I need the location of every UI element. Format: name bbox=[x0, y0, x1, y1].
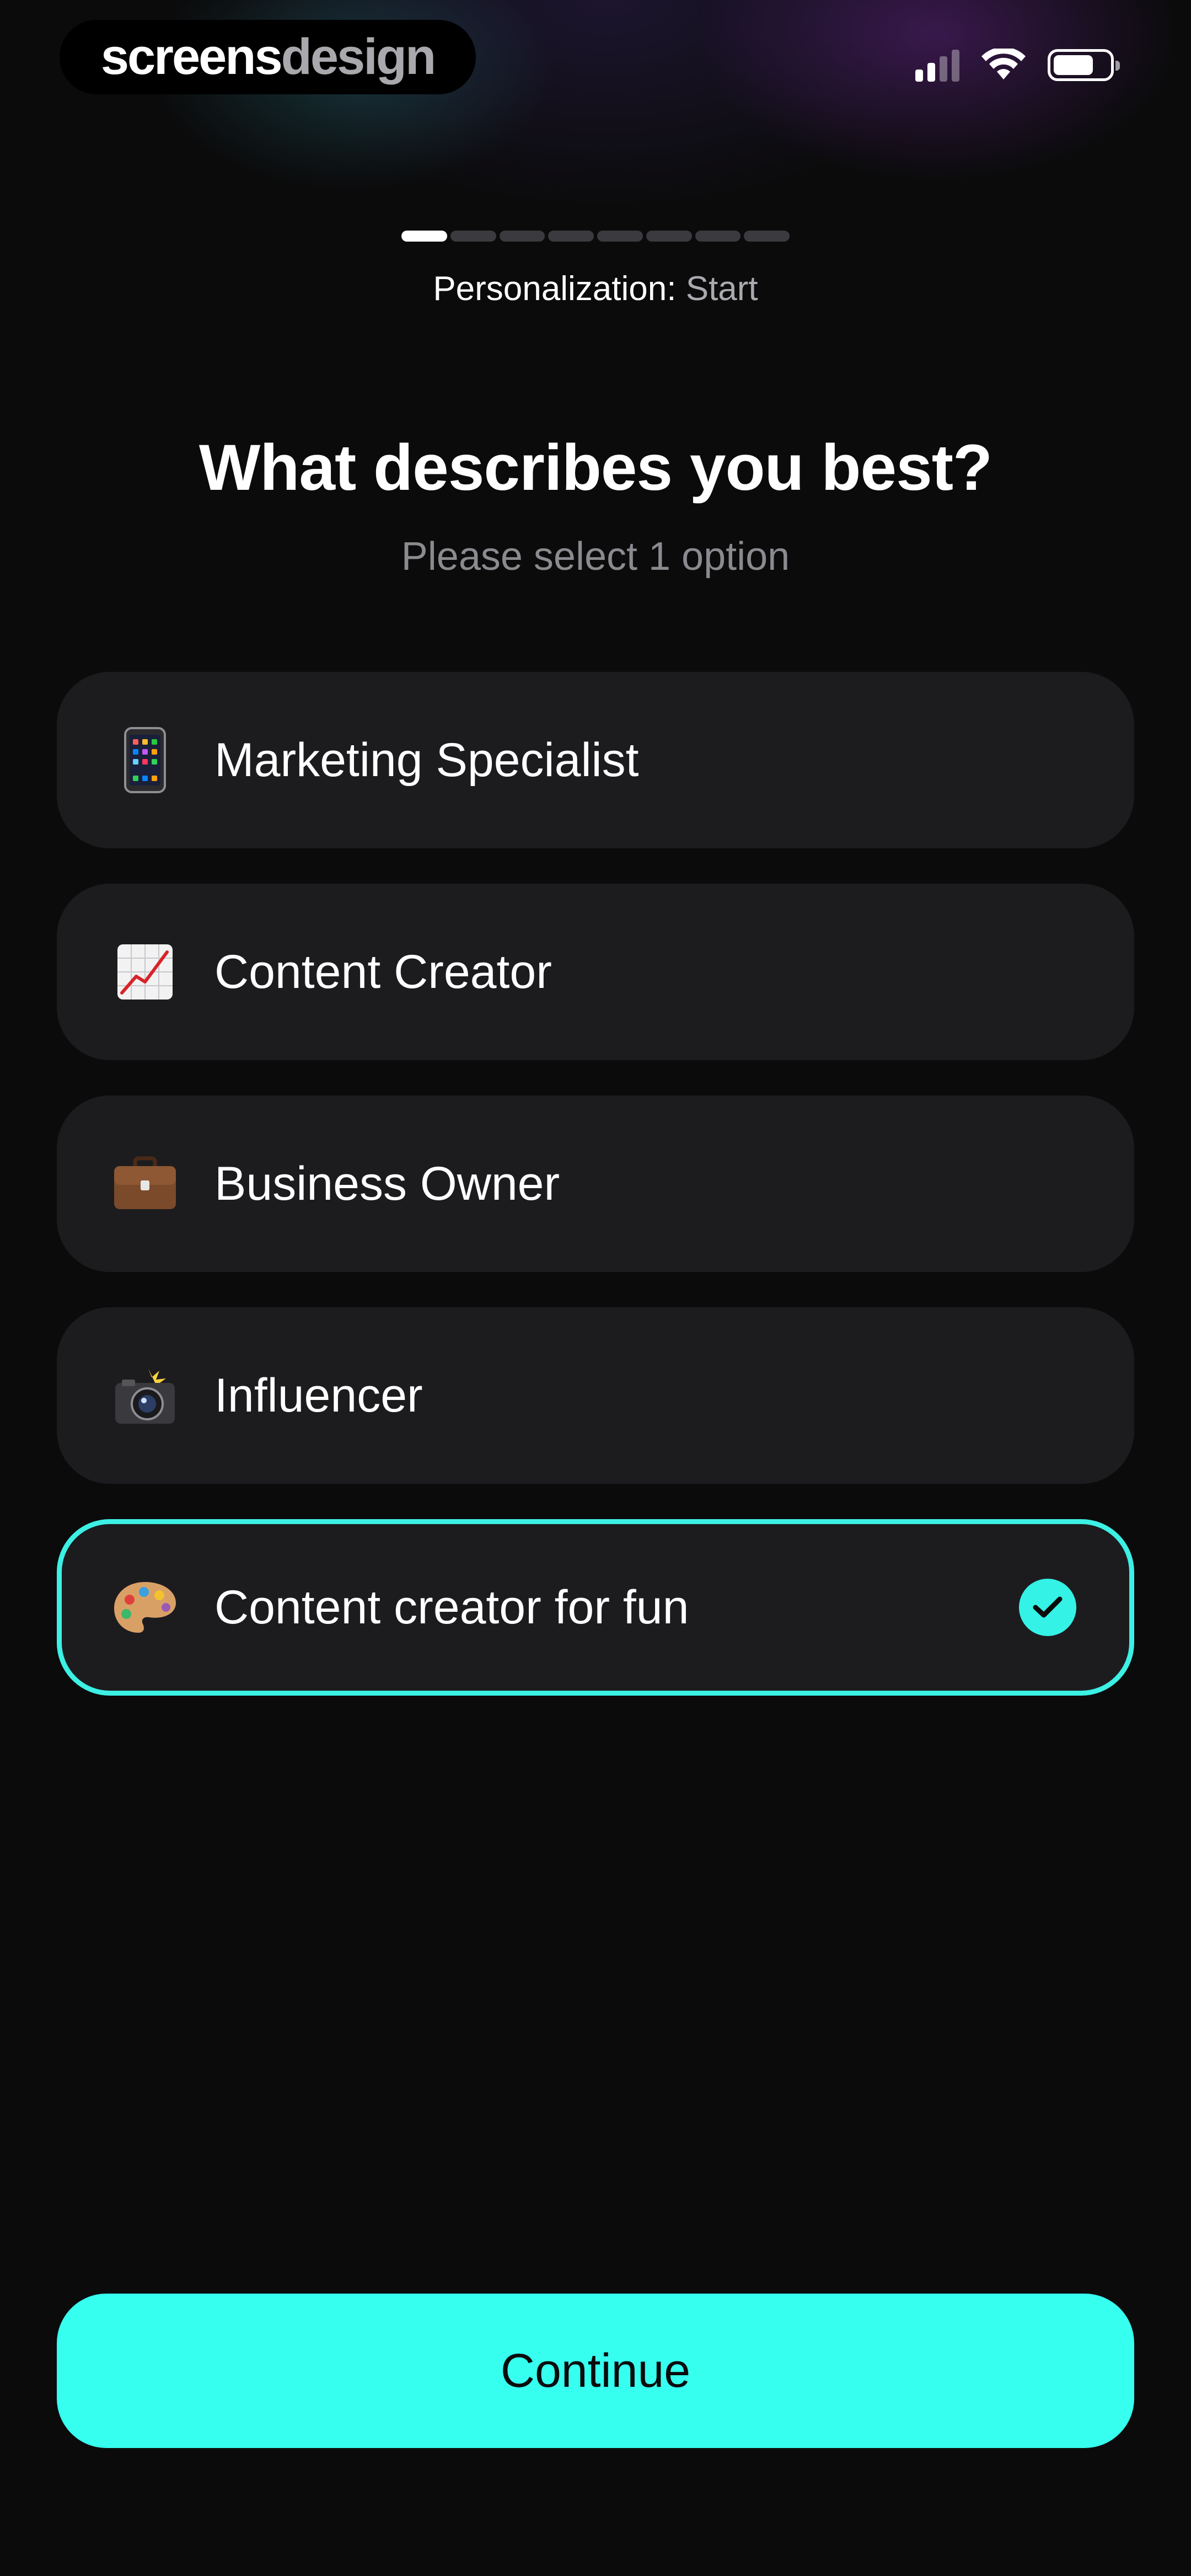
brand-text-part2: design bbox=[281, 29, 436, 85]
option-influencer[interactable]: Influencer bbox=[57, 1307, 1134, 1484]
option-label: Business Owner bbox=[214, 1157, 560, 1210]
chart-increasing-icon bbox=[112, 939, 178, 1005]
option-label: Content Creator bbox=[214, 945, 552, 998]
checkmark-icon bbox=[1019, 1579, 1076, 1636]
progress-segment bbox=[401, 231, 447, 242]
progress-segment bbox=[548, 231, 594, 242]
status-bar bbox=[915, 49, 1120, 82]
onboarding-progress-bar bbox=[401, 231, 790, 242]
option-content-creator[interactable]: Content Creator bbox=[57, 884, 1134, 1060]
option-marketing-specialist[interactable]: Marketing Specialist bbox=[57, 672, 1134, 848]
mobile-phone-icon bbox=[112, 727, 178, 793]
page-title: What describes you best? bbox=[198, 431, 993, 504]
progress-segment bbox=[646, 231, 692, 242]
page-subtitle: Please select 1 option bbox=[401, 535, 790, 579]
step-name: Personalization: bbox=[433, 270, 677, 308]
battery-icon bbox=[1048, 49, 1120, 81]
signal-icon bbox=[915, 49, 959, 82]
progress-segment bbox=[499, 231, 545, 242]
option-content-creator-for-fun[interactable]: Content creator for fun bbox=[57, 1519, 1134, 1696]
option-label: Influencer bbox=[214, 1369, 423, 1422]
option-label: Content creator for fun bbox=[214, 1580, 689, 1634]
palette-icon bbox=[112, 1574, 178, 1640]
continue-button[interactable]: Continue bbox=[57, 2294, 1134, 2448]
progress-segment bbox=[695, 231, 741, 242]
brand-text-part1: screens bbox=[100, 29, 283, 85]
progress-segment bbox=[597, 231, 643, 242]
option-business-owner[interactable]: Business Owner bbox=[57, 1095, 1134, 1272]
step-value: Start bbox=[685, 270, 758, 308]
camera-flash-icon bbox=[112, 1362, 178, 1429]
progress-segment bbox=[450, 231, 496, 242]
briefcase-icon bbox=[112, 1151, 178, 1217]
brand-watermark: screens design bbox=[60, 20, 476, 94]
progress-segment bbox=[744, 231, 790, 242]
option-label: Marketing Specialist bbox=[214, 733, 639, 787]
onboarding-screen: screens design Personalization: Start Wha… bbox=[0, 0, 1191, 2576]
wifi-icon bbox=[981, 49, 1026, 79]
step-label: Personalization: Start bbox=[0, 269, 1191, 308]
